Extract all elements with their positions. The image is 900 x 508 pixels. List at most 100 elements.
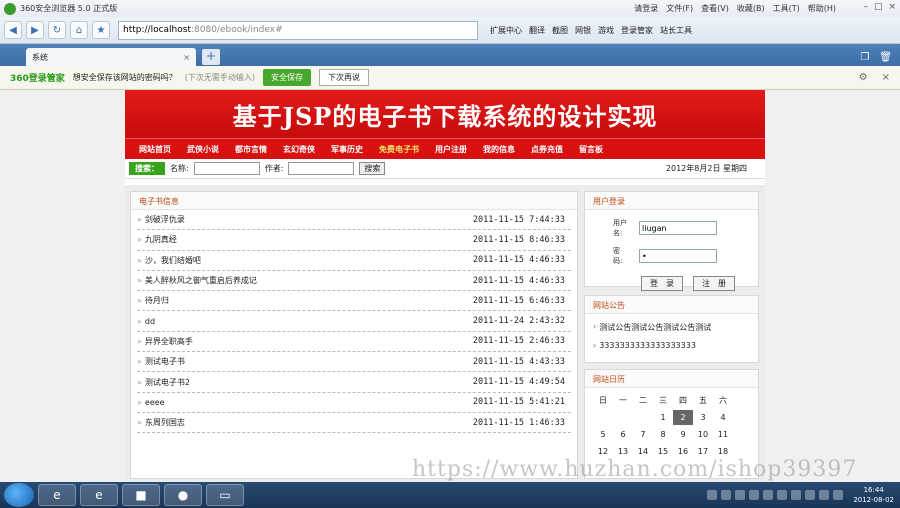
- tray-icon[interactable]: [707, 490, 718, 500]
- trash-icon[interactable]: 🗑: [879, 52, 892, 63]
- menu-tools[interactable]: 工具(T): [773, 3, 800, 14]
- book-name[interactable]: 东周列国志: [145, 417, 473, 428]
- tray-icon[interactable]: [833, 490, 844, 500]
- book-name[interactable]: 沙，我们结婚吧: [145, 255, 473, 266]
- author-search-input[interactable]: [288, 162, 355, 175]
- favorite-star-icon[interactable]: ★: [92, 21, 110, 39]
- calendar-day[interactable]: 15: [653, 447, 673, 456]
- ie-task-icon[interactable]: e: [80, 484, 118, 506]
- address-bar[interactable]: http://localhost:8080/ebook/index#: [118, 20, 478, 40]
- media-task-icon[interactable]: ●: [164, 484, 202, 506]
- app-task-icon[interactable]: ■: [122, 484, 160, 506]
- notice-item[interactable]: › 3333333333333333333: [585, 341, 758, 350]
- calendar-day[interactable]: 14: [633, 447, 653, 456]
- table-row[interactable]: » 美人醉秋风之御气重启后养成记 2011-11-15 4:46:33: [137, 271, 571, 292]
- maximize-icon[interactable]: □: [874, 2, 883, 12]
- tray-icon[interactable]: [763, 490, 774, 500]
- taskbar-clock[interactable]: 16:44 2012-08-02: [853, 485, 894, 505]
- calendar-day[interactable]: 7: [633, 430, 653, 439]
- book-name[interactable]: 美人醉秋风之御气重启后养成记: [145, 275, 473, 286]
- nav-history[interactable]: 军事历史: [323, 144, 371, 155]
- tool-webmaster[interactable]: 站长工具: [660, 25, 692, 36]
- search-button[interactable]: 搜索: [359, 162, 386, 175]
- login-button[interactable]: 登 录: [641, 276, 683, 291]
- book-name[interactable]: 剑破浮仇录: [145, 214, 473, 225]
- tray-icon[interactable]: [721, 490, 732, 500]
- calendar-day[interactable]: 1: [653, 413, 673, 422]
- table-row[interactable]: » eeee 2011-11-15 5:41:21: [137, 393, 571, 413]
- tool-extensions[interactable]: 扩展中心: [490, 25, 522, 36]
- table-row[interactable]: » 剑破浮仇录 2011-11-15 7:44:33: [137, 210, 571, 231]
- calendar-day[interactable]: 12: [593, 447, 613, 456]
- calendar-day[interactable]: 6: [613, 430, 633, 439]
- calendar-day[interactable]: 8: [653, 430, 673, 439]
- calendar-day[interactable]: 10: [693, 430, 713, 439]
- folder-task-icon[interactable]: ▭: [206, 484, 244, 506]
- nav-wuxia[interactable]: 武侠小说: [179, 144, 227, 155]
- nav-guestbook[interactable]: 留言板: [571, 144, 611, 155]
- forward-icon[interactable]: ▶: [26, 21, 44, 39]
- home-icon[interactable]: ⌂: [70, 21, 88, 39]
- safe-save-button[interactable]: 安全保存: [263, 69, 312, 86]
- tool-screenshot[interactable]: 截图: [552, 25, 568, 36]
- tray-icon[interactable]: [819, 490, 830, 500]
- browser-task-icon[interactable]: e: [38, 484, 76, 506]
- tool-ebank[interactable]: 网银: [575, 25, 591, 36]
- gear-icon[interactable]: ⚙: [859, 72, 868, 83]
- table-row[interactable]: » 测试电子书 2011-11-15 4:43:33: [137, 352, 571, 373]
- minimize-icon[interactable]: –: [863, 2, 868, 12]
- table-row[interactable]: » 东周列国志 2011-11-15 1:46:33: [137, 413, 571, 434]
- calendar-day[interactable]: 17: [693, 447, 713, 456]
- nav-register[interactable]: 用户注册: [427, 144, 475, 155]
- tray-icon[interactable]: [749, 490, 760, 500]
- restore-tab-icon[interactable]: ❐: [860, 52, 869, 63]
- table-row[interactable]: » 九阴真经 2011-11-15 8:46:33: [137, 230, 571, 251]
- back-icon[interactable]: ◀: [4, 21, 22, 39]
- book-name[interactable]: 待月归: [145, 295, 473, 306]
- nav-romance[interactable]: 都市言情: [227, 144, 275, 155]
- calendar-day[interactable]: 13: [613, 447, 633, 456]
- tool-login-manager[interactable]: 登录管家: [621, 25, 653, 36]
- tab-close-icon[interactable]: ×: [183, 53, 190, 62]
- later-button[interactable]: 下次再说: [319, 69, 370, 86]
- password-input[interactable]: [639, 249, 717, 263]
- table-row[interactable]: » 异界全职高手 2011-11-15 2:46:33: [137, 332, 571, 353]
- tray-icon[interactable]: [777, 490, 788, 500]
- book-name[interactable]: dd: [145, 317, 473, 326]
- name-search-input[interactable]: [193, 162, 260, 175]
- book-name[interactable]: 测试电子书: [145, 356, 473, 367]
- calendar-day[interactable]: 9: [673, 430, 693, 439]
- nav-free-ebooks[interactable]: 免费电子书: [371, 144, 427, 155]
- close-icon[interactable]: ×: [888, 2, 896, 12]
- table-row[interactable]: » 测试电子书2 2011-11-15 4:49:54: [137, 372, 571, 393]
- calendar-day[interactable]: 4: [713, 413, 733, 422]
- table-row[interactable]: » 沙，我们结婚吧 2011-11-15 4:46:33: [137, 251, 571, 271]
- bar-close-icon[interactable]: ×: [882, 72, 890, 83]
- tool-translate[interactable]: 翻译: [529, 25, 545, 36]
- nav-home[interactable]: 网站首页: [131, 144, 179, 155]
- nav-recharge[interactable]: 点券充值: [523, 144, 571, 155]
- book-name[interactable]: 异界全职高手: [145, 336, 473, 347]
- menu-file[interactable]: 文件(F): [666, 3, 693, 14]
- table-row[interactable]: » 待月归 2011-11-15 6:46:33: [137, 291, 571, 312]
- book-name[interactable]: eeee: [145, 398, 473, 407]
- start-button-icon[interactable]: [4, 483, 34, 507]
- username-input[interactable]: [639, 221, 717, 235]
- menu-login[interactable]: 请登录: [634, 3, 658, 14]
- menu-favorites[interactable]: 收藏(B): [737, 3, 765, 14]
- tab-system[interactable]: 系统 ×: [26, 48, 196, 66]
- tray-icon[interactable]: [791, 490, 802, 500]
- calendar-day[interactable]: 3: [693, 413, 713, 422]
- book-name[interactable]: 九阴真经: [145, 234, 473, 245]
- tray-icon[interactable]: [735, 490, 746, 500]
- table-row[interactable]: » dd 2011-11-24 2:43:32: [137, 311, 571, 332]
- menu-view[interactable]: 查看(V): [701, 3, 729, 14]
- tool-games[interactable]: 游戏: [598, 25, 614, 36]
- book-name[interactable]: 测试电子书2: [145, 377, 473, 388]
- refresh-icon[interactable]: ↻: [48, 21, 66, 39]
- tray-icon[interactable]: [805, 490, 816, 500]
- notice-item[interactable]: › 测试公告测试公告测试公告测试: [585, 322, 758, 333]
- calendar-day[interactable]: 16: [673, 447, 693, 456]
- nav-my-info[interactable]: 我的信息: [475, 144, 523, 155]
- new-tab-icon[interactable]: +: [202, 49, 220, 65]
